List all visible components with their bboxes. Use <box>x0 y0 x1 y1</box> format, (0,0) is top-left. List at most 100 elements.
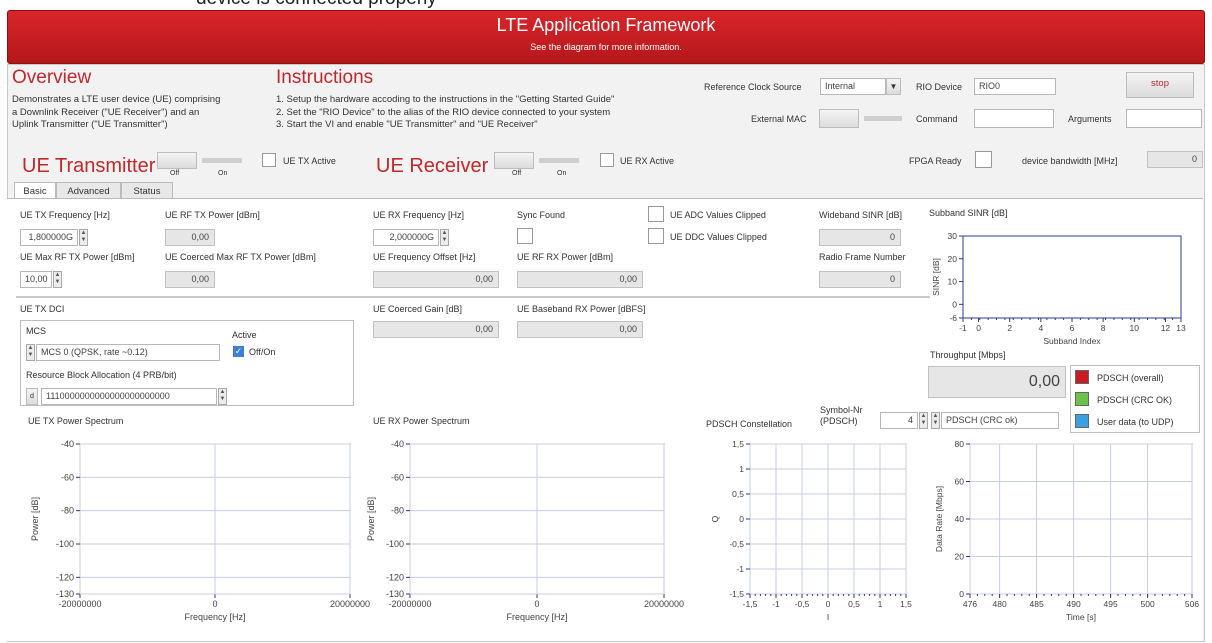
ue-rx-on-label: On <box>557 170 567 177</box>
max-rf-tx-power-input[interactable]: 10,00 <box>20 271 52 288</box>
ue-tx-slider[interactable] <box>202 158 242 163</box>
y-axis-label: SINR [dB] <box>931 258 941 296</box>
ue-tx-active-label: UE TX Active <box>283 156 336 166</box>
rx-frequency-label: UE RX Frequency [Hz] <box>373 210 465 220</box>
external-mac-slider[interactable] <box>864 116 902 121</box>
ue-transmitter-heading: UE Transmitter <box>22 155 156 177</box>
bb-rx-power-label: UE Baseband RX Power [dBFS] <box>517 304 646 314</box>
rx-frequency-input[interactable]: 2,000000G <box>373 229 439 246</box>
stop-button[interactable]: stop <box>1126 72 1194 98</box>
x-tick-label: 8 <box>1101 323 1106 333</box>
x-axis-label: I <box>827 612 829 622</box>
title-banner: LTE Application Framework See the diagra… <box>7 10 1205 64</box>
wideband-sinr-value: 0 <box>819 229 901 246</box>
x-tick-label: 13 <box>1176 323 1186 333</box>
y-tick-label: 0 <box>952 299 957 309</box>
tab-status[interactable]: Status <box>121 182 173 199</box>
x-tick-label: 490 <box>1067 599 1081 609</box>
y-axis-label: Q <box>710 515 720 522</box>
rio-device-input[interactable]: RIO0 <box>974 78 1056 95</box>
ue-rx-slider[interactable] <box>539 158 579 163</box>
y-tick-label: -1 <box>736 564 744 574</box>
symbol-nr-stepper[interactable]: ▲ ▼ <box>919 412 928 429</box>
coerced-max-rf-tx-label: UE Coerced Max RF TX Power [dBm] <box>165 252 316 262</box>
x-axis-label: Frequency [Hz] <box>184 612 245 622</box>
y-tick-label: 0 <box>959 589 964 599</box>
legend-udp-swatch[interactable] <box>1075 414 1089 428</box>
bandwidth-value: 0 <box>1147 151 1203 168</box>
external-mac-label: External MAC <box>751 114 807 124</box>
x-tick-label: -20000000 <box>58 599 101 609</box>
overview-text: Demonstrates a LTE user device (UE) comp… <box>12 94 221 130</box>
tx-spectrum-title: UE TX Power Spectrum <box>28 416 124 426</box>
chevron-down-icon[interactable]: ▼ <box>886 78 901 95</box>
x-tick-label: -0,5 <box>795 599 810 609</box>
ue-receiver-heading: UE Receiver <box>376 155 489 177</box>
y-tick-label: -100 <box>386 539 404 549</box>
pdsch-select-stepper[interactable]: ▲ ▼ <box>931 412 940 429</box>
y-tick-label: 20 <box>955 552 965 562</box>
pdsch-select[interactable]: PDSCH (CRC ok) <box>941 412 1059 429</box>
y-tick-label: -80 <box>61 506 74 516</box>
x-tick-label: 0,5 <box>848 599 860 609</box>
coerced-gain-label: UE Coerced Gain [dB] <box>373 304 463 314</box>
y-tick-label: -60 <box>61 472 74 482</box>
legend-overall-swatch[interactable] <box>1075 370 1089 384</box>
legend-udp-label: User data (to UDP) <box>1097 417 1174 427</box>
x-tick-label: -1,5 <box>743 599 758 609</box>
ue-rx-active-checkbox[interactable] <box>600 153 614 167</box>
x-tick-label: 10 <box>1130 323 1140 333</box>
rba-label: Resource Block Allocation (4 PRB/bit) <box>26 370 177 380</box>
external-mac-toggle[interactable] <box>819 109 859 128</box>
section-divider <box>16 296 930 298</box>
legend-overall-label: PDSCH (overall) <box>1097 373 1164 383</box>
rba-radix-button[interactable]: d <box>26 388 38 405</box>
wideband-sinr-label: Wideband SINR [dB] <box>819 210 903 220</box>
bb-rx-power-value: 0,00 <box>517 321 643 338</box>
ue-tx-toggle[interactable] <box>157 152 197 169</box>
active-checkbox[interactable]: ✓ <box>233 346 244 357</box>
rba-input[interactable]: 1110000000000000000000000 <box>41 388 217 405</box>
y-tick-label: -80 <box>391 506 404 516</box>
y-tick-label: -60 <box>391 472 404 482</box>
freq-offset-label: UE Frequency Offset [Hz] <box>373 252 476 262</box>
tx-frequency-stepper[interactable]: ▲ ▼ <box>79 229 88 246</box>
y-axis-label: Data Rate [Mbps] <box>934 486 944 552</box>
legend-crc-swatch[interactable] <box>1075 392 1089 406</box>
mcs-stepper[interactable]: ▲ ▼ <box>26 344 35 361</box>
rba-stepper[interactable]: ▲ ▼ <box>218 388 227 405</box>
fpga-ready-indicator <box>975 151 992 168</box>
y-tick-label: 1 <box>739 464 744 474</box>
subband-sinr-chart: -1 0 2 4 6 8 10 12 13 30 20 10 0 -6 Subband Index SINR … <box>931 231 1186 346</box>
max-rf-tx-power-stepper[interactable]: ▲ ▼ <box>53 271 62 288</box>
ue-tx-on-label: On <box>218 170 228 177</box>
rio-device-label: RIO Device <box>916 82 963 92</box>
rx-frequency-stepper[interactable]: ▲ ▼ <box>440 229 449 246</box>
symbol-nr-input[interactable]: 4 <box>880 412 918 429</box>
tx-frequency-label: UE TX Frequency [Hz] <box>20 210 110 220</box>
y-tick-label: -0,5 <box>729 539 744 549</box>
arguments-input[interactable] <box>1126 109 1202 128</box>
radio-frame-value: 0 <box>819 271 901 288</box>
sync-found-label: Sync Found <box>517 210 566 220</box>
y-tick-label: -120 <box>56 572 74 582</box>
y-axis-label: Power [dB] <box>30 497 40 541</box>
x-tick-label: 500 <box>1141 599 1155 609</box>
y-tick-label: -6 <box>949 313 957 323</box>
mcs-select[interactable]: MCS 0 (QPSK, rate ~0.12) <box>36 344 220 361</box>
y-tick-label: 10 <box>948 277 958 287</box>
legend-crc-label: PDSCH (CRC OK) <box>1097 395 1173 405</box>
x-tick-label: 0 <box>534 599 539 609</box>
y-tick-label: 40 <box>955 514 965 524</box>
command-input[interactable] <box>974 109 1054 128</box>
y-tick-label: -40 <box>391 439 404 449</box>
x-tick-label: 6 <box>1070 323 1075 333</box>
ue-tx-active-checkbox[interactable] <box>262 153 276 167</box>
ref-clock-select[interactable]: Internal <box>820 78 886 95</box>
tab-advanced[interactable]: Advanced <box>56 182 121 199</box>
y-tick-label: 0 <box>739 514 744 524</box>
instructions-heading: Instructions <box>276 67 374 88</box>
x-axis-label: Subband Index <box>1043 336 1101 346</box>
ue-rx-toggle[interactable] <box>494 152 534 169</box>
tx-frequency-input[interactable]: 1,800000G <box>20 229 78 246</box>
